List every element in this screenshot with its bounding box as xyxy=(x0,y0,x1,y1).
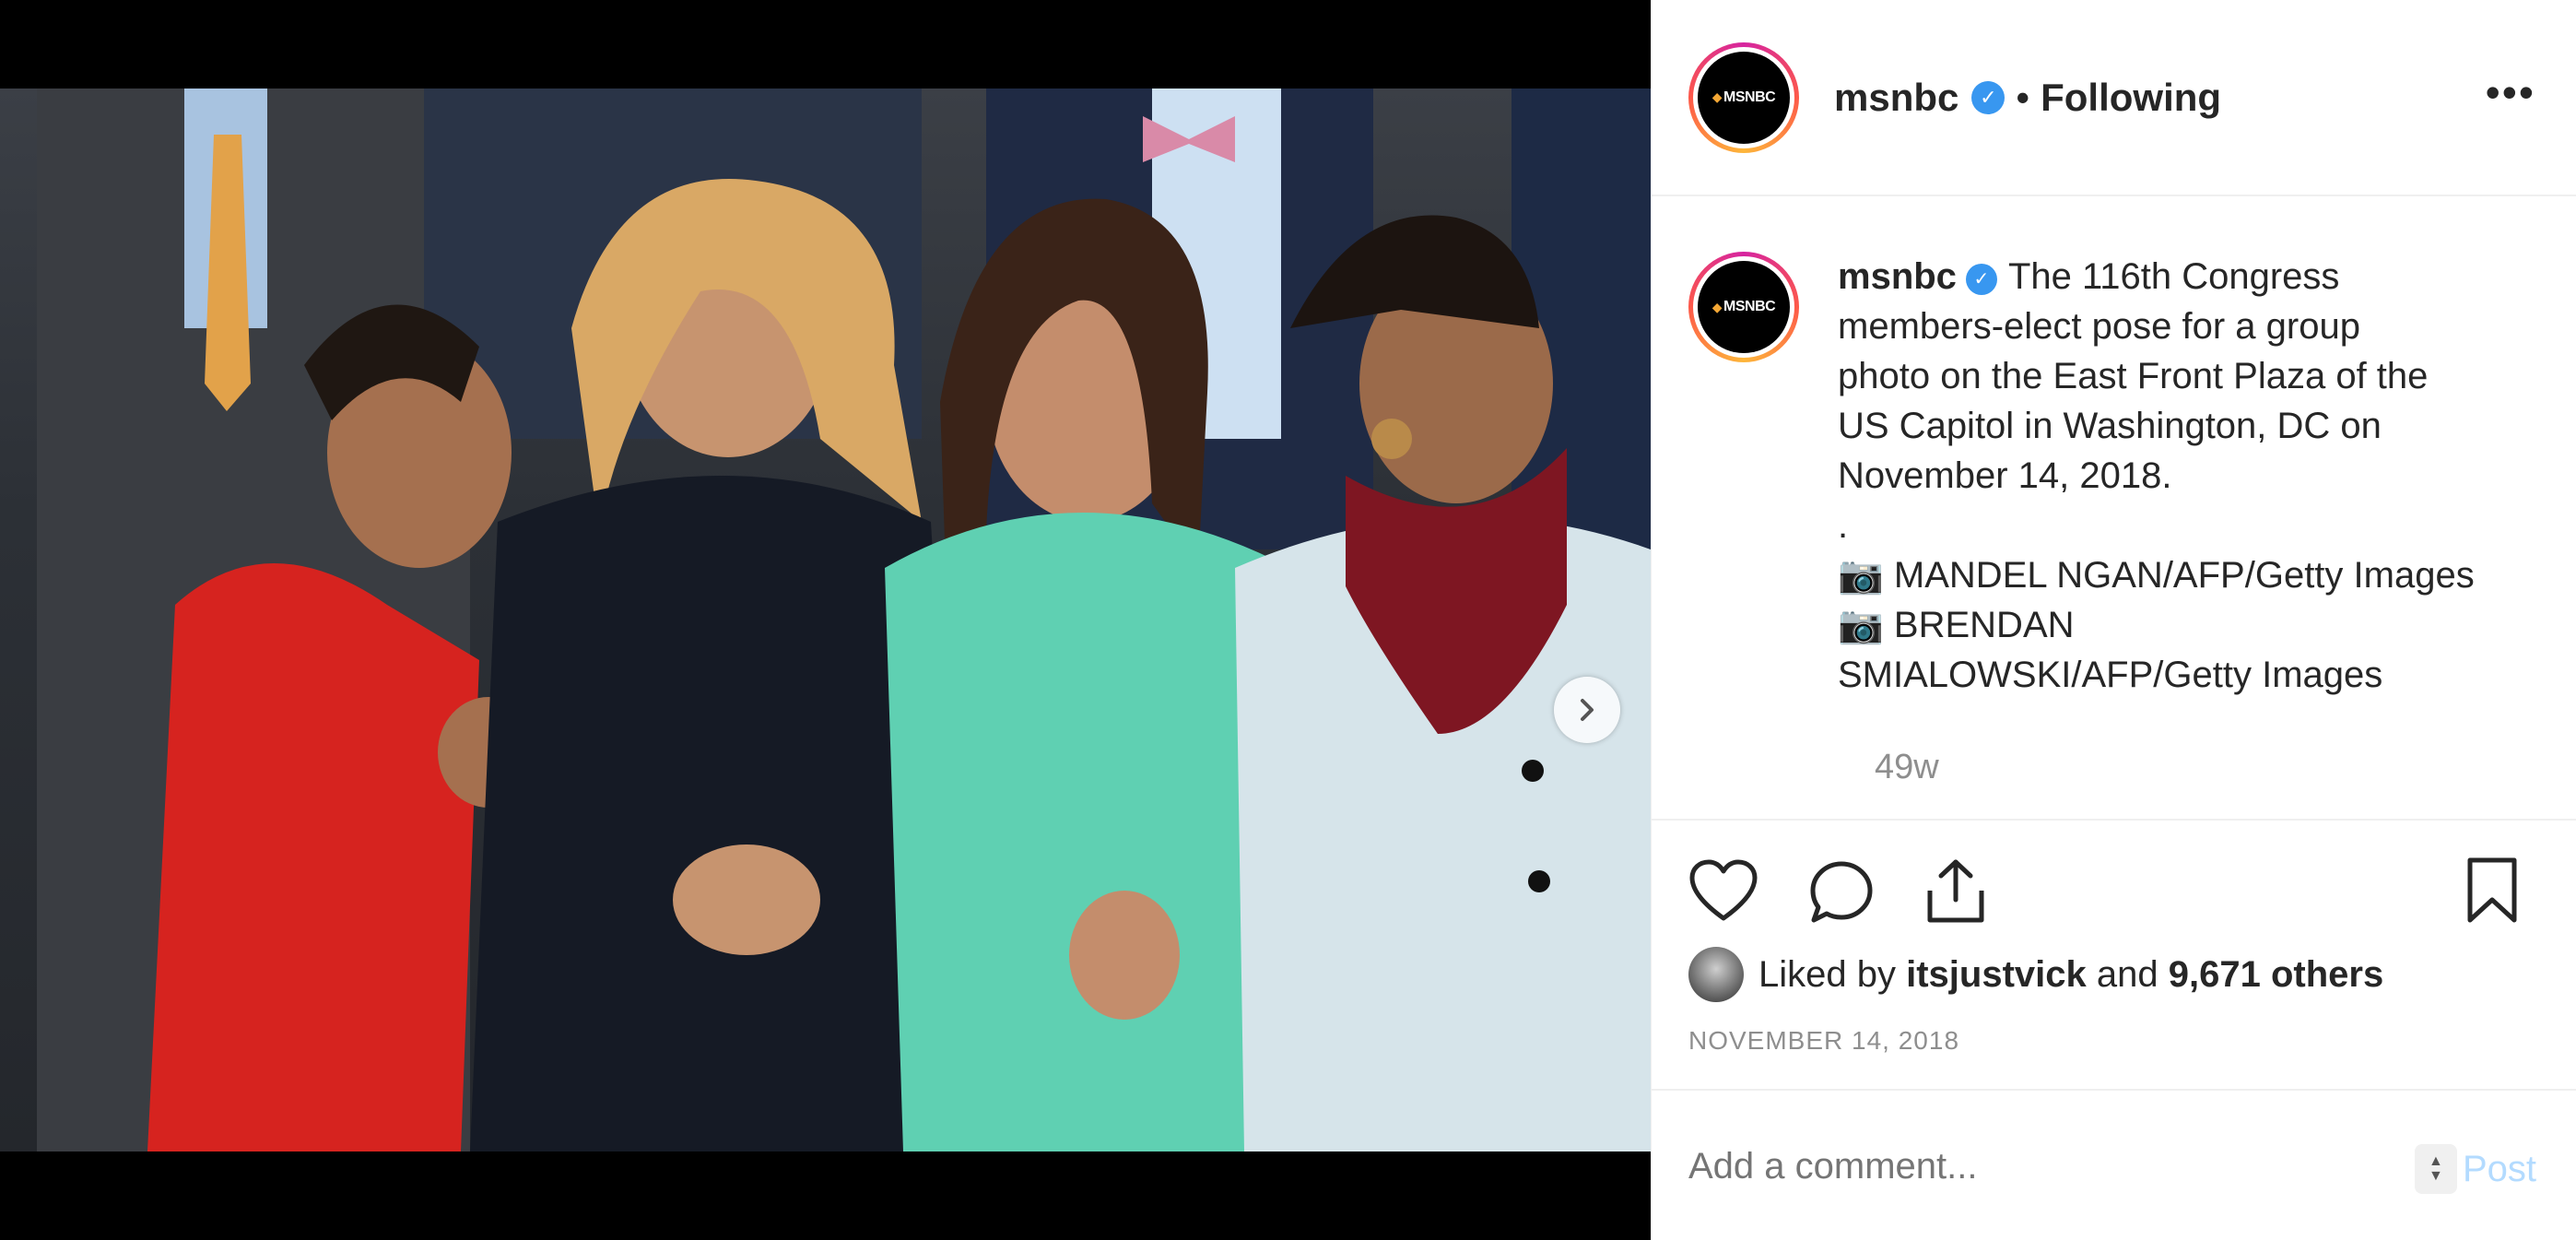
caption-avatar-logo-text: MSNBC xyxy=(1723,299,1776,314)
photo-credit-line: SMIALOWSKI/AFP/Getty Images xyxy=(1838,655,2383,695)
bookmark-icon xyxy=(2467,857,2517,923)
avatar[interactable]: ◆ MSNBC xyxy=(1688,41,1799,153)
following-button[interactable]: Following xyxy=(2041,76,2221,120)
likes-conjunction: and xyxy=(2096,953,2158,995)
likes-prefix: Liked by xyxy=(1759,953,1896,995)
likes-count-link[interactable]: 9,671 others xyxy=(2169,954,2383,996)
like-button[interactable] xyxy=(1688,859,1759,928)
stepper-icon: ▲ ▼ xyxy=(2414,1144,2457,1194)
caption-text: msnbc ✓ The 116th Congress members-elect p… xyxy=(1838,252,2520,700)
photo-credit-line: 📷 BRENDAN xyxy=(1838,605,2075,645)
caption-text-line: November 14, 2018. xyxy=(1838,455,2172,496)
caption-line-1: msnbc ✓ The 116th Congress xyxy=(1838,256,2339,297)
avatar-border: ◆ MSNBC xyxy=(1693,46,1794,148)
liker-avatar[interactable] xyxy=(1688,947,1744,1002)
caption-area: ◆ MSNBC msnbc ✓ The 116th Congress members-… xyxy=(1652,196,2576,821)
caption-text-line: photo on the East Front Plaza of the xyxy=(1838,356,2429,396)
likes-summary: Liked by itsjustvick and 9,671 others xyxy=(1688,947,2383,1002)
next-slide-button[interactable] xyxy=(1554,677,1620,743)
share-icon xyxy=(1927,859,1984,923)
post-button-label: Post xyxy=(2462,1148,2536,1189)
post-photo[interactable] xyxy=(0,89,1651,1151)
post-header: ◆ MSNBC msnbc ✓ • Following ••• xyxy=(1652,0,2576,196)
time-ago[interactable]: 49w xyxy=(1875,748,2539,787)
verified-badge-icon: ✓ xyxy=(1971,80,2006,114)
photo-illustration xyxy=(37,89,1651,1151)
share-button[interactable] xyxy=(1923,857,1989,930)
comment-icon xyxy=(1810,861,1873,923)
peacock-icon: ◆ xyxy=(1711,89,1723,104)
caption-avatar[interactable]: ◆ MSNBC xyxy=(1688,252,1799,700)
more-options-icon[interactable]: ••• xyxy=(2486,71,2535,113)
post-date[interactable]: NOVEMBER 14, 2018 xyxy=(1688,1026,1959,1056)
header-separator: • xyxy=(2016,75,2030,119)
caption-text-line: US Capitol in Washington, DC on xyxy=(1838,406,2382,446)
photo-credit-line: 📷 MANDEL NGAN/AFP/Getty Images xyxy=(1838,555,2475,596)
chevron-right-icon xyxy=(1581,699,1594,721)
caption-text-line: The 116th Congress xyxy=(2007,256,2340,297)
post-details-panel: ◆MSNBC msnbc ✓ • Following ••• ◆MSNBC xyxy=(1651,0,2576,1240)
heart-icon xyxy=(1689,859,1758,921)
caption-dot: . xyxy=(1838,505,1849,546)
caption-username[interactable]: msnbc xyxy=(1838,256,1957,297)
header-username[interactable]: msnbc xyxy=(1834,76,1958,120)
caption-row: ◆ MSNBC msnbc ✓ The 116th Congress members-… xyxy=(1688,252,2539,700)
header-user-line: msnbc ✓ • Following xyxy=(1834,76,2221,120)
caption-avatar-ring: ◆ MSNBC xyxy=(1688,252,1799,362)
comment-input[interactable] xyxy=(1688,1146,2389,1187)
comment-bar: ▲▼ Post xyxy=(1652,1089,2576,1240)
msnbc-logo: ◆ MSNBC xyxy=(1698,51,1790,144)
caption-avatar-border: ◆ MSNBC xyxy=(1693,256,1794,358)
peacock-icon: ◆ xyxy=(1711,299,1723,314)
liker-username[interactable]: itsjustvick xyxy=(1906,954,2087,996)
post-comment-button[interactable]: ▲ ▼ Post xyxy=(2414,1144,2536,1194)
save-button[interactable] xyxy=(2463,856,2522,930)
avatar-logo-text: MSNBC xyxy=(1723,89,1776,105)
caption-text-line: members-elect pose for a group xyxy=(1838,306,2360,347)
post-media xyxy=(0,0,1651,1240)
verified-badge-icon: ✓ xyxy=(1965,264,1997,295)
msnbc-logo: ◆ MSNBC xyxy=(1698,261,1790,353)
comment-button[interactable] xyxy=(1808,859,1875,930)
